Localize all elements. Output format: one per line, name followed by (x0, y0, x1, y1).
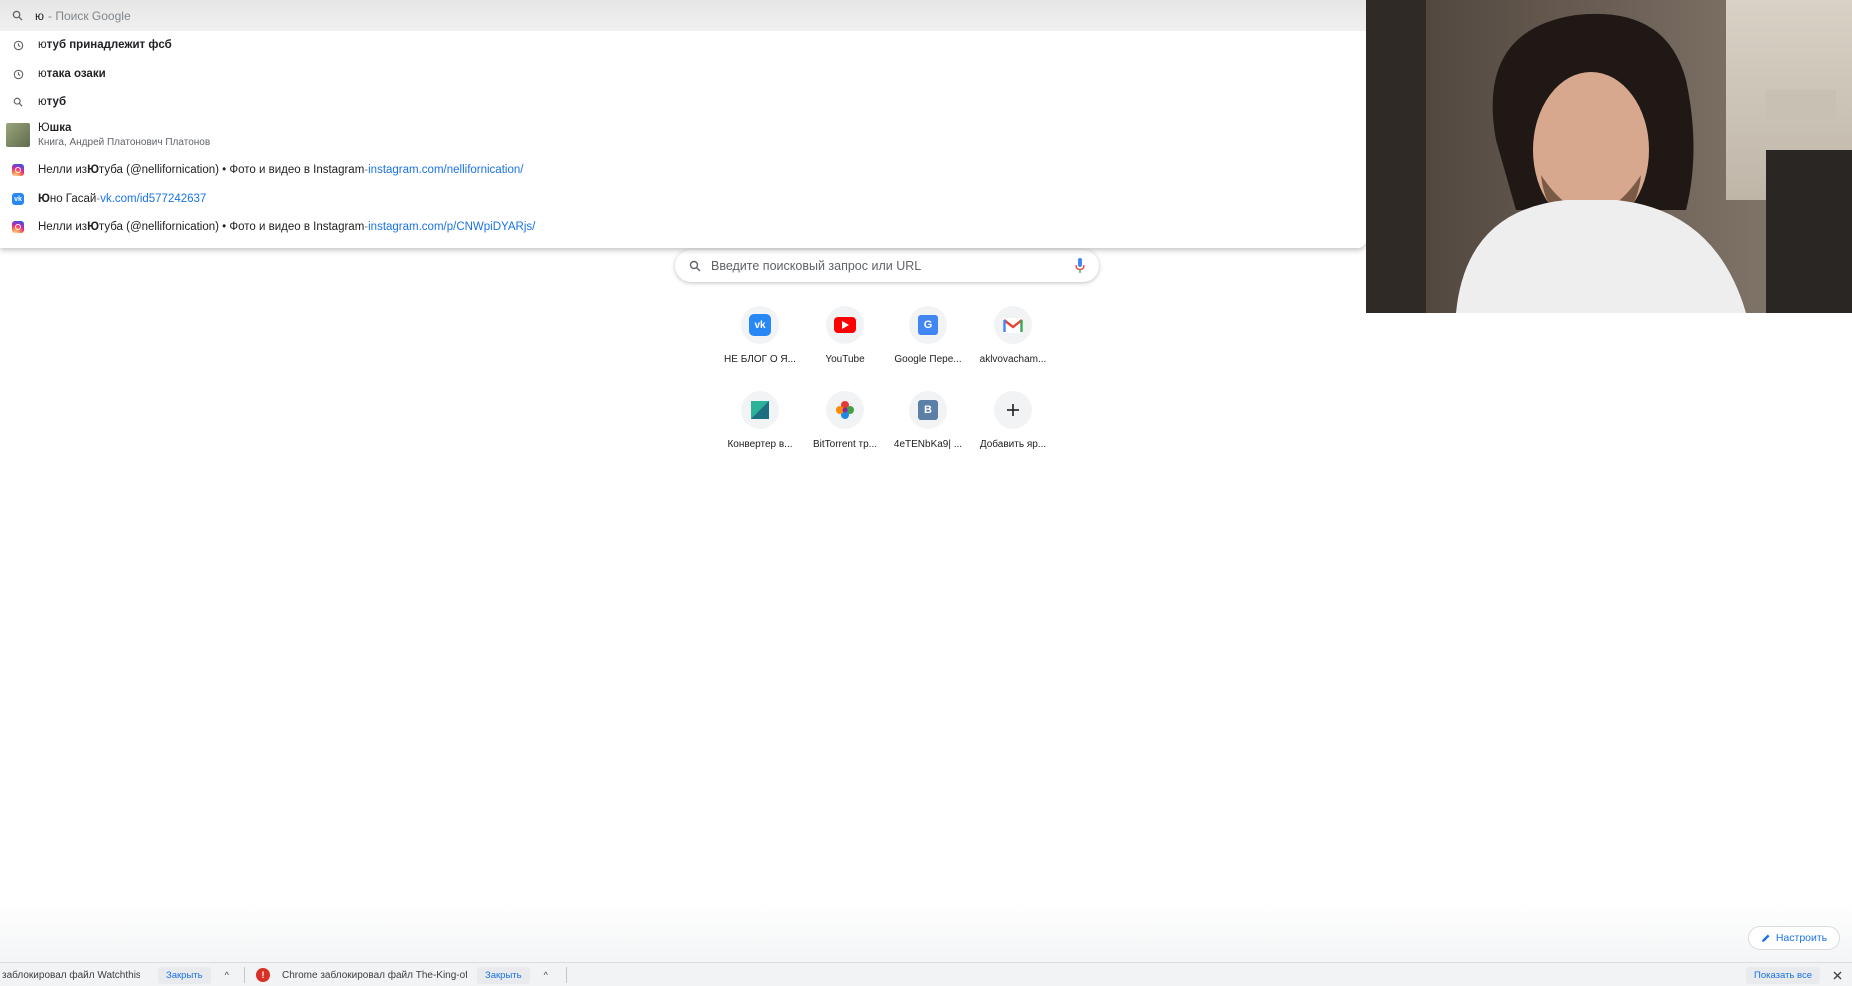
history-icon (11, 67, 25, 81)
customize-label: Настроить (1775, 932, 1828, 944)
divider (244, 967, 245, 983)
pencil-icon (1761, 934, 1770, 942)
youtube-icon (826, 306, 864, 344)
shortcut-label: Google Пере... (894, 354, 962, 365)
download-item-text: заблокировал файл Watchthis (2, 969, 140, 981)
suggestion-prefix: ю (38, 68, 47, 80)
suggestion-search-1[interactable]: ю туб (0, 93, 1366, 111)
shortcut-label: Добавить яр... (979, 439, 1047, 450)
suggestion-text-post: туба (@nellifornication) • Фото и видео … (98, 164, 365, 176)
download-item-1[interactable]: заблокировал файл Watchthis Закрыть ^ (0, 963, 229, 986)
shortcut-label: BitTorrent тр... (812, 439, 878, 450)
suggestion-completion: така озаки (46, 68, 106, 80)
shortcut-label: YouTube (825, 354, 865, 365)
search-icon (689, 260, 701, 272)
shortcut-label: НЕ БЛОГ О Я... (724, 354, 796, 365)
search-placeholder: Введите поисковый запрос или URL (711, 259, 922, 273)
search-icon (11, 95, 25, 109)
converter-icon (741, 391, 779, 429)
vk-icon: vk (12, 193, 24, 205)
shortcut-bittorrent[interactable]: BitTorrent тр... (802, 391, 888, 450)
shortcut-vk[interactable]: vk НЕ БЛОГ О Я... (717, 306, 803, 365)
suggestion-match: Ю (87, 164, 99, 176)
instagram-icon (12, 221, 24, 233)
book-thumbnail (6, 123, 30, 147)
shortcut-vk-chat[interactable]: B 4eTENbKa9| ... (885, 391, 971, 450)
gmail-icon (994, 306, 1032, 344)
downloads-bar: заблокировал файл Watchthis Закрыть ^ ! … (0, 962, 1852, 986)
chevron-up-icon[interactable]: ^ (225, 970, 229, 980)
suggestion-vk[interactable]: vk Юно Гасай - vk.com/id577242637 (0, 190, 1366, 208)
chevron-up-icon[interactable]: ^ (544, 970, 548, 980)
omnibox-input[interactable]: ю - Поиск Google (0, 0, 1366, 31)
search-icon (12, 10, 23, 21)
suggestion-prefix: ю (38, 96, 47, 108)
shortcut-gmail[interactable]: aklvovacham... (970, 306, 1056, 365)
vk-b-icon: B (909, 391, 947, 429)
shortcut-converter[interactable]: Конвертер в... (717, 391, 803, 450)
shortcut-label: aklvovacham... (979, 354, 1047, 365)
bittorrent-icon (826, 391, 864, 429)
suggestion-text-post: но Гасай (49, 193, 97, 205)
suggestion-text-pre: Нелли из (38, 164, 88, 176)
show-all-container: Показать все (1746, 963, 1820, 986)
suggestion-match: Ю (38, 193, 50, 205)
close-downloads-bar[interactable] (1833, 963, 1842, 986)
download-item-2[interactable]: ! Chrome заблокировал файл The-King-of- … (256, 963, 548, 986)
download-close-button[interactable]: Закрыть (477, 966, 530, 984)
omnibox-typed-text: ю (35, 8, 44, 23)
webcam-person-image (1366, 0, 1852, 313)
suggestion-completion: шка (49, 122, 72, 134)
suggestion-instagram-1[interactable]: Нелли из Ютуба (@nellifornication) • Фот… (0, 161, 1366, 179)
suggestion-url: instagram.com/p/CNWpiDYARjs/ (368, 221, 536, 233)
suggestion-url: instagram.com/nellifornication/ (368, 164, 524, 176)
suggestion-text-post: туба (@nellifornication) • Фото и видео … (98, 221, 365, 233)
download-close-button[interactable]: Закрыть (158, 966, 211, 984)
suggestion-match: Ю (87, 221, 99, 233)
plus-icon (994, 391, 1032, 429)
suggestion-completion: туб (46, 96, 67, 108)
bottom-fade (0, 900, 1852, 962)
suggestion-completion: туб принадлежит фсб (46, 39, 172, 51)
microphone-icon[interactable] (1075, 258, 1085, 274)
download-item-text: Chrome заблокировал файл The-King-of- (282, 969, 467, 981)
shortcut-youtube[interactable]: YouTube (802, 306, 888, 365)
vk-icon: vk (741, 306, 779, 344)
divider (566, 967, 567, 983)
shortcut-google-translate[interactable]: G Google Пере... (885, 306, 971, 365)
suggestion-history-1[interactable]: ю туб принадлежит фсб (0, 36, 1366, 54)
omnibox-dropdown: ю - Поиск Google ю туб принадлежит фсб ют… (0, 0, 1366, 248)
suggestion-subtitle: Книга, Андрей Платонович Платонов (38, 137, 211, 148)
translate-icon: G (909, 306, 947, 344)
webcam-overlay (1366, 0, 1852, 313)
customize-button[interactable]: Настроить (1748, 926, 1840, 950)
suggestion-history-2[interactable]: ю така озаки (0, 65, 1366, 83)
shortcut-label: Конвертер в... (727, 439, 793, 450)
suggestion-entity[interactable]: Юшка Книга, Андрей Платонович Платонов (0, 120, 1366, 150)
ntp-search-box[interactable]: Введите поисковый запрос или URL (675, 250, 1099, 282)
instagram-icon (12, 164, 24, 176)
suggestion-prefix: ю (38, 39, 47, 51)
shortcut-add[interactable]: Добавить яр... (970, 391, 1056, 450)
suggestion-url: vk.com/id577242637 (100, 193, 207, 205)
warning-icon: ! (256, 968, 270, 982)
suggestion-instagram-2[interactable]: Нелли из Ютуба (@nellifornication) • Фот… (0, 218, 1366, 236)
show-all-button[interactable]: Показать все (1746, 966, 1820, 984)
history-icon (11, 38, 25, 52)
suggestion-prefix: Ю (38, 122, 50, 134)
omnibox-hint: - Поиск Google (48, 8, 131, 23)
suggestion-text-pre: Нелли из (38, 221, 88, 233)
shortcut-label: 4eTENbKa9| ... (893, 439, 963, 450)
close-icon (1833, 971, 1842, 979)
